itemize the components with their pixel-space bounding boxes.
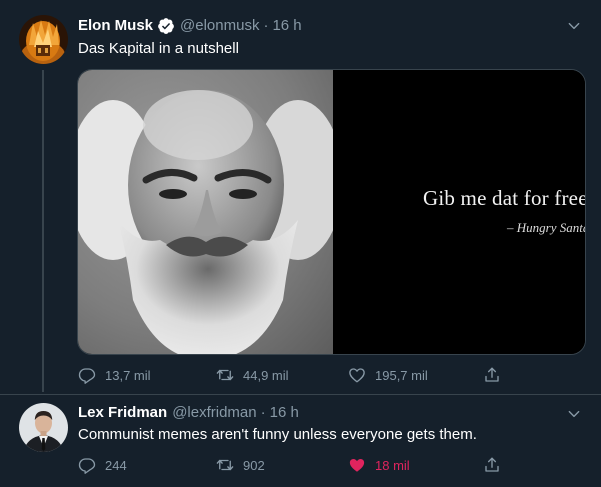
meme-attribution: – Hungry Santa [507,220,586,235]
tweet-header: Lex Fridman @lexfridman · 16 h [78,403,299,423]
retweet-icon [216,366,234,384]
handle[interactable]: @lexfridman [172,403,256,423]
meme-overlay-text: Gib me dat for free – Hungry Santa [423,186,586,236]
retweet-count: 44,9 mil [243,367,289,383]
handle[interactable]: @elonmusk [180,16,259,36]
share-icon [483,366,501,384]
heart-icon [348,456,366,474]
display-name[interactable]: Elon Musk [78,16,153,36]
timestamp[interactable]: 16 h [270,403,299,423]
reply-count: 244 [105,457,127,473]
thread-line [42,70,44,392]
tweet[interactable]: Elon Musk @elonmusk · 16 h Das Kapital i… [0,0,601,395]
reply-count: 13,7 mil [105,367,151,383]
retweet-count: 902 [243,457,265,473]
verified-badge-icon [157,17,175,35]
retweet-button[interactable]: 44,9 mil [216,365,289,385]
chevron-down-icon[interactable] [565,405,583,423]
like-button[interactable]: 18 mil [348,455,410,475]
share-icon [483,456,501,474]
tweet-header: Elon Musk @elonmusk · 16 h [78,16,302,36]
reply-icon [78,366,96,384]
avatar-image [19,15,68,64]
display-name[interactable]: Lex Fridman [78,403,167,423]
avatar[interactable] [19,403,68,452]
avatar-image [19,403,68,452]
tweet-media[interactable]: Gib me dat for free – Hungry Santa [77,69,586,355]
retweet-icon [216,456,234,474]
timeline: Elon Musk @elonmusk · 16 h Das Kapital i… [0,0,601,487]
like-button[interactable]: 195,7 mil [348,365,428,385]
chevron-down-icon[interactable] [565,17,583,35]
like-count: 195,7 mil [375,367,428,383]
tweet-text: Communist memes aren't funny unless ever… [78,426,477,443]
tweet-actions: 244 902 18 mil [78,455,518,475]
separator: · [263,17,269,34]
heart-icon [348,366,366,384]
share-button[interactable] [483,365,510,385]
tweet-actions: 13,7 mil 44,9 mil 195,7 mil [78,365,518,385]
tweet-text: Das Kapital in a nutshell [78,40,239,57]
meme-caption: Gib me dat for free [423,186,586,210]
retweet-button[interactable]: 902 [216,455,265,475]
reply-icon [78,456,96,474]
separator: · [260,404,266,421]
like-count: 18 mil [375,457,410,473]
reply-button[interactable]: 244 [78,455,127,475]
timestamp[interactable]: 16 h [272,16,301,36]
reply-button[interactable]: 13,7 mil [78,365,151,385]
share-button[interactable] [483,455,510,475]
avatar[interactable] [19,15,68,64]
